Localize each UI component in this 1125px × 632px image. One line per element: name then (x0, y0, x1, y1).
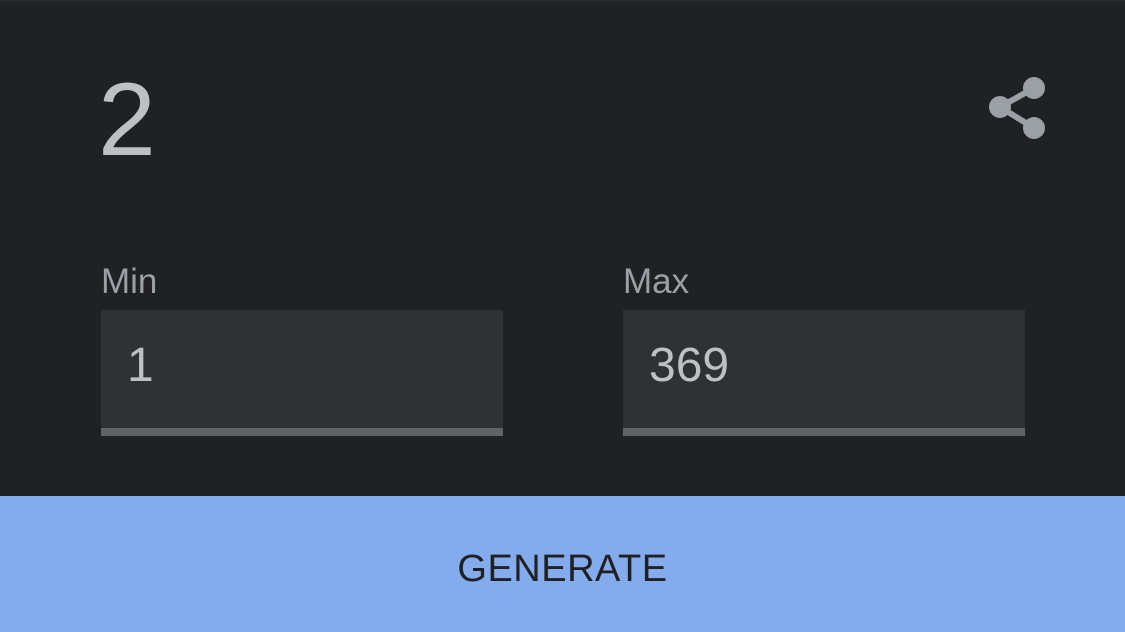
generate-button-label: GENERATE (457, 547, 668, 590)
result-number: 2 (98, 62, 156, 178)
generate-button[interactable]: GENERATE (0, 496, 1125, 632)
max-input[interactable] (623, 310, 1025, 428)
min-label: Min (101, 262, 158, 301)
max-label: Max (623, 262, 690, 301)
max-field-container (623, 310, 1025, 436)
min-input[interactable] (101, 310, 503, 428)
min-field-container (101, 310, 503, 436)
share-icon[interactable] (986, 76, 1050, 142)
random-number-generator: 2 Min Max GENERATE (0, 0, 1125, 632)
